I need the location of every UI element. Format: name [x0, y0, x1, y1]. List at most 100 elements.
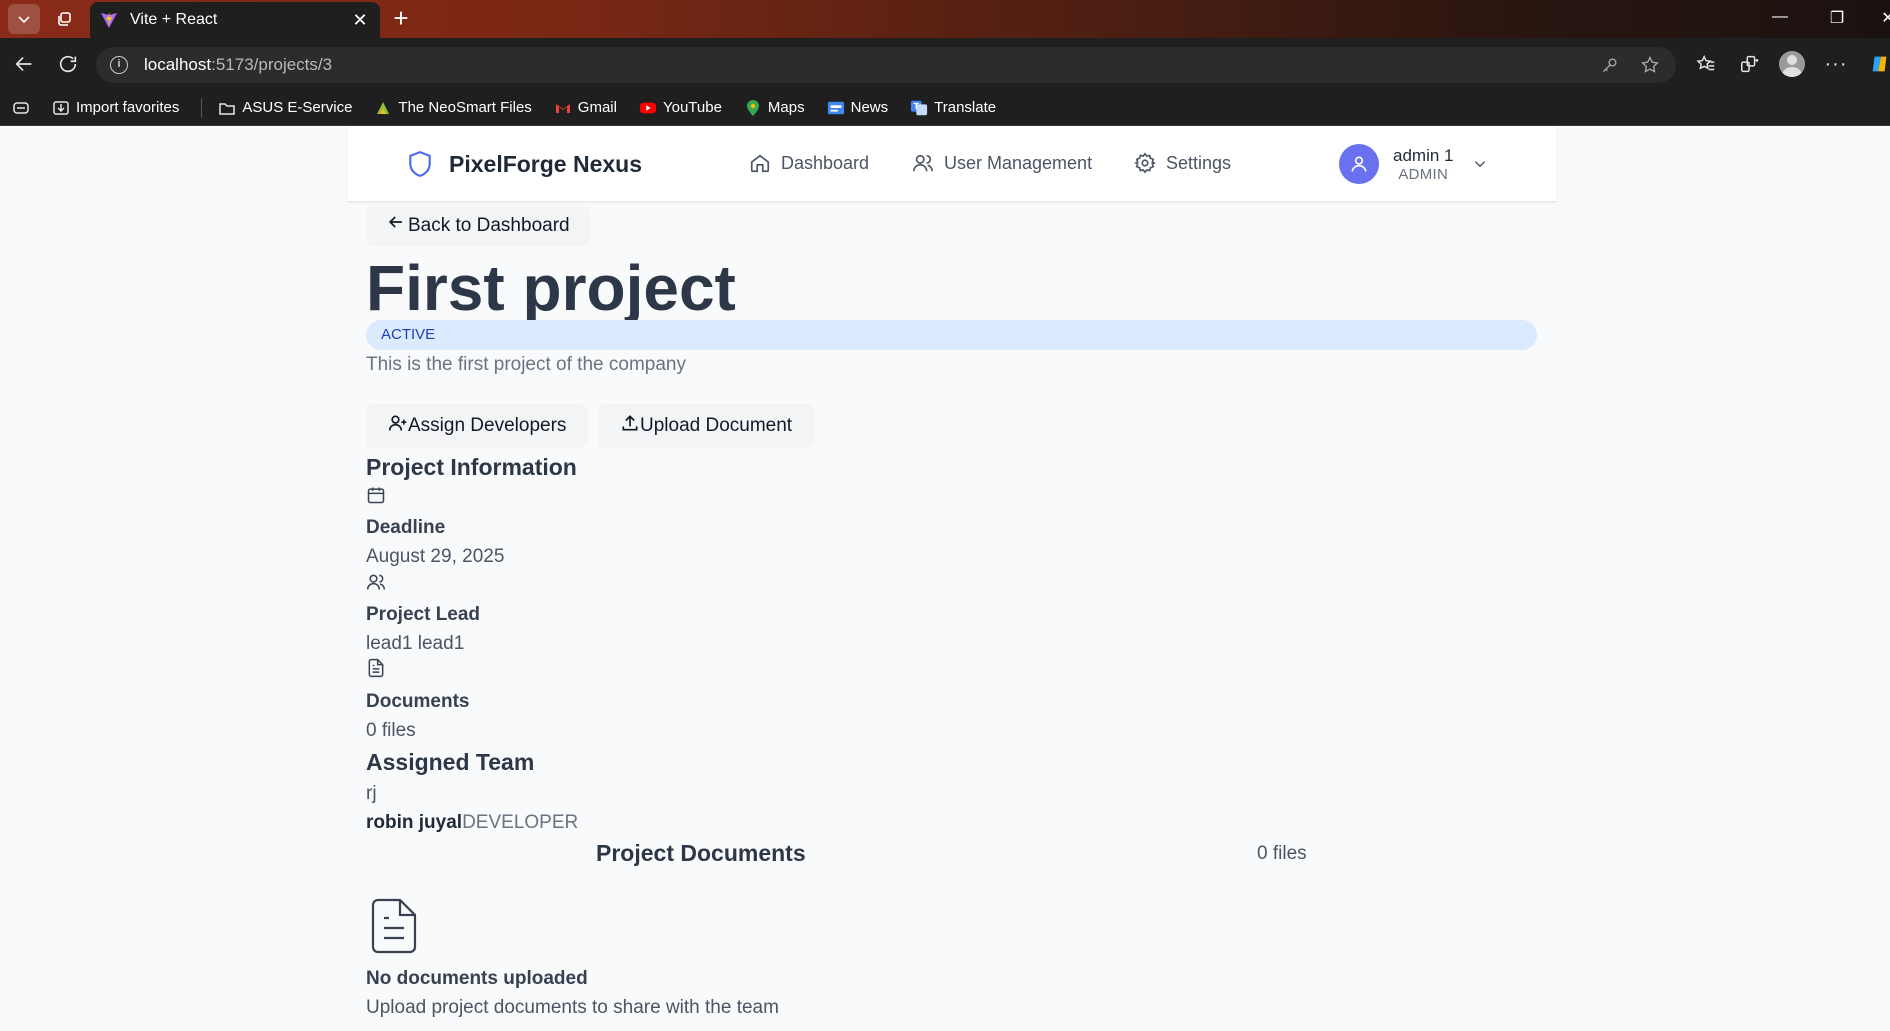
- favorite-maps[interactable]: Maps: [744, 99, 805, 117]
- vite-icon: [101, 12, 117, 28]
- maps-icon: [744, 99, 762, 117]
- calendar-icon: [366, 485, 388, 507]
- favorite-label: The NeoSmart Files: [398, 99, 532, 116]
- neosmart-icon: [374, 99, 392, 117]
- new-tab-button[interactable]: +: [386, 4, 416, 34]
- refresh-button[interactable]: [54, 50, 82, 78]
- tab-title: Vite + React: [130, 11, 218, 28]
- deadline-value: August 29, 2025: [366, 546, 505, 567]
- chevron-down-icon: [1475, 161, 1486, 168]
- collections-button[interactable]: [1736, 50, 1764, 78]
- users-icon: [366, 572, 388, 594]
- ellipsis-icon: ···: [1824, 52, 1848, 75]
- workspaces-icon: [58, 12, 71, 26]
- nav-dashboard[interactable]: Dashboard: [749, 152, 869, 174]
- key-icon[interactable]: [1600, 55, 1622, 77]
- import-icon: [52, 99, 70, 117]
- brand-logo[interactable]: PixelForge Nexus: [407, 150, 642, 178]
- browser-titlebar: Vite + React ✕ + — ❐ ✕: [0, 0, 1890, 38]
- favorites-star-icon: [1696, 54, 1715, 71]
- favorites-button[interactable]: [1692, 50, 1720, 78]
- upload-icon: [622, 415, 638, 431]
- brand-name: PixelForge Nexus: [449, 150, 643, 177]
- gear-icon: [1134, 152, 1156, 174]
- nav-settings[interactable]: Settings: [1134, 152, 1231, 174]
- youtube-icon: [639, 99, 657, 117]
- empty-state-title: No documents uploaded: [366, 968, 588, 989]
- member-name: robin juyal: [366, 812, 463, 833]
- browser-tab[interactable]: Vite + React ✕: [90, 2, 380, 38]
- restore-button[interactable]: ❐: [1817, 8, 1857, 28]
- upload-document-button[interactable]: Upload Document: [598, 404, 815, 448]
- workspaces-button[interactable]: [48, 4, 80, 34]
- translate-icon: [910, 99, 928, 117]
- sidebar-icon: [12, 99, 30, 117]
- user-icon: [1351, 156, 1367, 172]
- project-lead-label: Project Lead: [366, 604, 481, 625]
- project-lead-value: lead1 lead1: [366, 633, 465, 654]
- member-role: DEVELOPER: [462, 812, 579, 833]
- close-icon[interactable]: ✕: [350, 10, 370, 31]
- nav-label: Settings: [1166, 152, 1232, 173]
- empty-state-subtitle: Upload project documents to share with t…: [366, 997, 779, 1018]
- user-role: ADMIN: [1398, 165, 1449, 183]
- close-window-button[interactable]: ✕: [1868, 8, 1890, 28]
- tab-sidebar-toggle[interactable]: [12, 99, 36, 117]
- star-icon[interactable]: [1640, 55, 1662, 77]
- refresh-icon: [59, 55, 77, 73]
- file-text-icon: [366, 896, 422, 956]
- favorite-translate[interactable]: Translate: [910, 99, 996, 117]
- project-documents-count: 0 files: [1257, 843, 1307, 864]
- user-menu[interactable]: admin 1 ADMIN: [1339, 144, 1489, 184]
- back-label: Back to Dashboard: [408, 215, 570, 236]
- assign-developers-button[interactable]: Assign Developers: [366, 404, 589, 448]
- nav-user-management[interactable]: User Management: [912, 152, 1092, 174]
- favorite-label: ASUS E-Service: [242, 99, 353, 116]
- favorite-label: Import favorites: [76, 99, 180, 116]
- more-menu-button[interactable]: ···: [1822, 50, 1850, 78]
- info-icon[interactable]: i: [110, 56, 128, 74]
- nav-label: Dashboard: [781, 152, 870, 173]
- favorite-import[interactable]: Import favorites: [52, 99, 179, 117]
- favorite-label: Maps: [767, 99, 805, 116]
- favorite-label: Gmail: [577, 99, 617, 116]
- documents-value: 0 files: [366, 720, 416, 741]
- favorite-gmail[interactable]: Gmail: [554, 99, 617, 117]
- news-icon: [827, 99, 845, 117]
- copilot-button[interactable]: [1866, 50, 1890, 78]
- user-name: admin 1: [1393, 145, 1454, 165]
- address-bar-row: i localhost:5173/projects/3 ···: [0, 38, 1890, 90]
- user-plus-icon: [388, 415, 407, 431]
- minimize-button[interactable]: —: [1760, 8, 1800, 26]
- favorites-divider: [201, 97, 203, 118]
- favorite-news[interactable]: News: [827, 99, 889, 117]
- tab-actions-button[interactable]: [8, 4, 40, 34]
- url-path: :5173/projects/3: [211, 55, 333, 74]
- deadline-label: Deadline: [366, 517, 446, 538]
- back-to-dashboard-button[interactable]: Back to Dashboard: [366, 206, 590, 246]
- project-description: This is the first project of the company: [366, 354, 686, 375]
- favorite-youtube[interactable]: YouTube: [639, 99, 722, 117]
- gmail-icon: [554, 99, 572, 117]
- profile-button[interactable]: [1778, 50, 1806, 78]
- arrow-left-icon: [388, 216, 402, 228]
- favorite-label: Translate: [934, 99, 997, 116]
- users-icon: [913, 154, 933, 172]
- back-nav-button[interactable]: [10, 50, 38, 78]
- url-field[interactable]: i localhost:5173/projects/3: [96, 47, 1676, 83]
- folder-icon: [218, 99, 236, 117]
- file-text-icon: [366, 658, 388, 680]
- documents-label: Documents: [366, 691, 470, 712]
- favorite-neosmart[interactable]: The NeoSmart Files: [374, 99, 532, 117]
- assigned-team-title: Assigned Team: [366, 749, 535, 775]
- favorite-asus[interactable]: ASUS E-Service: [218, 99, 352, 117]
- copilot-icon: [1872, 56, 1887, 72]
- favorite-label: News: [850, 99, 889, 116]
- team-member[interactable]: robin juyalDEVELOPER: [366, 812, 578, 834]
- project-information-title: Project Information: [366, 454, 577, 480]
- app-header: PixelForge Nexus Dashboard User Manageme…: [347, 126, 1557, 202]
- project-documents-title: Project Documents: [596, 840, 806, 866]
- chevron-down-icon: [18, 16, 30, 24]
- user-info: admin 1 ADMIN: [1393, 146, 1453, 183]
- nav-label: User Management: [944, 152, 1093, 173]
